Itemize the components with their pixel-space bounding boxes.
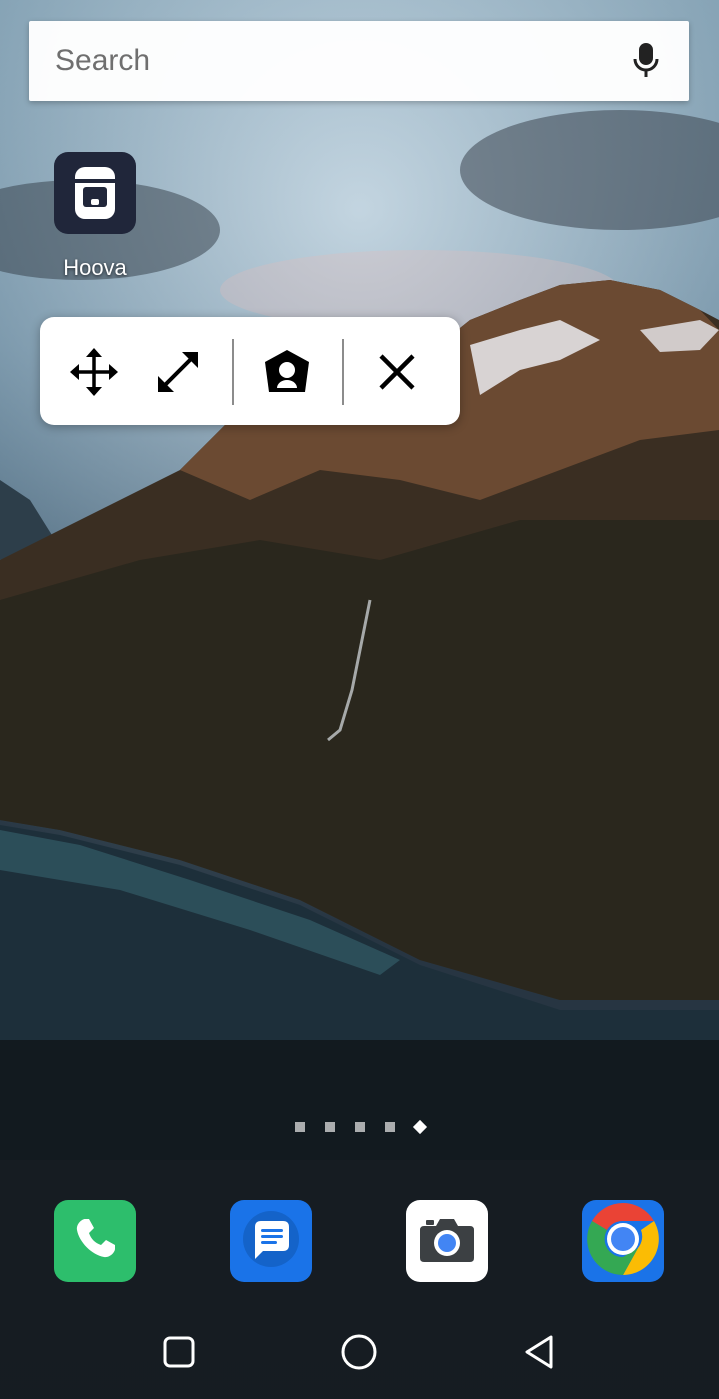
toolbar-divider bbox=[342, 339, 344, 405]
resize-icon[interactable] bbox=[151, 345, 205, 399]
move-icon[interactable] bbox=[67, 345, 121, 399]
back-icon[interactable] bbox=[517, 1330, 561, 1374]
page-dot-active[interactable] bbox=[412, 1119, 427, 1135]
page-dot[interactable] bbox=[324, 1122, 335, 1132]
dock-camera[interactable] bbox=[406, 1200, 488, 1282]
recents-icon[interactable] bbox=[157, 1330, 201, 1374]
app-hoova[interactable]: Hoova bbox=[44, 152, 146, 281]
toolbar-divider bbox=[232, 339, 234, 405]
phone-icon bbox=[71, 1215, 119, 1268]
camera-icon bbox=[418, 1214, 476, 1269]
search-placeholder: Search bbox=[55, 44, 151, 77]
close-icon[interactable] bbox=[370, 345, 424, 399]
home-icon[interactable] bbox=[337, 1330, 381, 1374]
dock-messages[interactable] bbox=[230, 1200, 312, 1282]
dock-phone[interactable] bbox=[54, 1200, 136, 1282]
home-badge-icon[interactable] bbox=[260, 345, 314, 399]
hoova-app-icon bbox=[54, 152, 136, 234]
dock-chrome[interactable] bbox=[582, 1200, 664, 1282]
page-dot[interactable] bbox=[294, 1122, 305, 1132]
page-dot[interactable] bbox=[354, 1122, 365, 1132]
messages-icon bbox=[241, 1209, 301, 1274]
page-indicator bbox=[0, 1119, 719, 1135]
app-label: Hoova bbox=[63, 255, 127, 280]
chrome-icon bbox=[585, 1201, 661, 1282]
search-bar[interactable]: Search bbox=[29, 21, 689, 101]
widget-options-popup bbox=[40, 317, 460, 425]
microphone-icon[interactable] bbox=[629, 41, 663, 81]
page-dot[interactable] bbox=[384, 1122, 395, 1132]
navigation-bar bbox=[0, 1312, 719, 1392]
